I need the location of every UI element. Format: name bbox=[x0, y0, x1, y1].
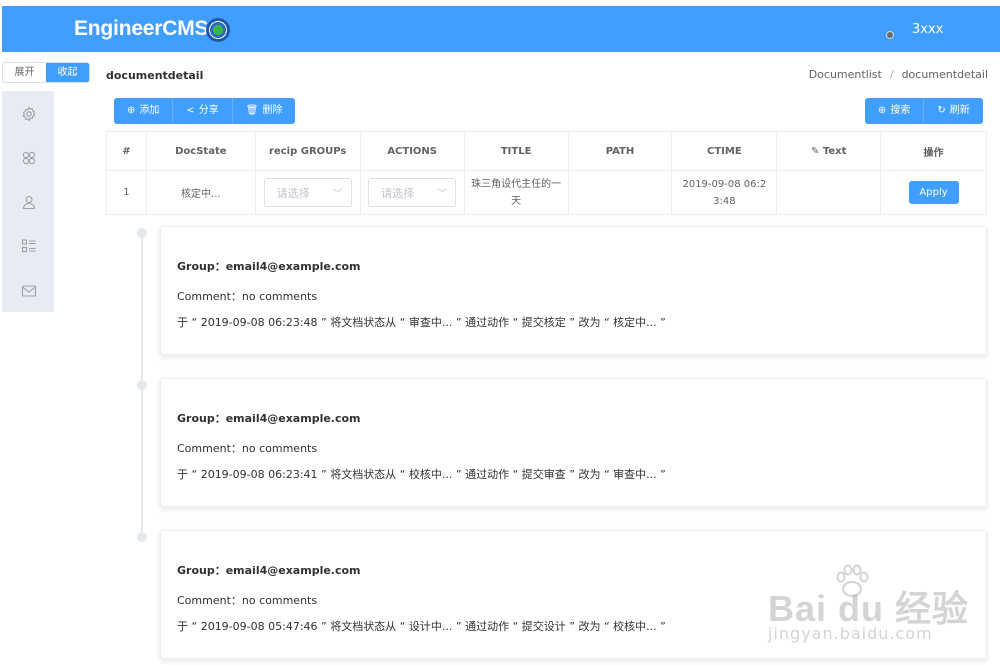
timeline-dot bbox=[137, 380, 147, 390]
share-button-label: 分享 bbox=[198, 105, 219, 116]
page-title: documentdetail bbox=[106, 69, 204, 82]
share-button[interactable]: < 分享 bbox=[173, 98, 233, 124]
share-icon: < bbox=[186, 105, 195, 116]
list-icon[interactable] bbox=[21, 238, 37, 254]
grid-icon[interactable] bbox=[21, 150, 37, 166]
timeline-dot bbox=[137, 532, 147, 542]
column-header[interactable]: PATH bbox=[567, 131, 673, 171]
sidebar-toggle: 展开 收起 bbox=[2, 62, 90, 83]
column-header[interactable]: TITLE bbox=[463, 131, 569, 171]
trash-icon: 🗑 bbox=[245, 105, 259, 116]
document-table: # DocState recip GROUPs ACTIONS TITLE PA… bbox=[106, 131, 987, 215]
select-placeholder: 请选择 bbox=[276, 186, 310, 200]
card-log: 于 “ 2019-09-08 05:47:46 ” 将文档状态从 “ 设计中..… bbox=[177, 620, 666, 633]
cell-operation: Apply bbox=[880, 170, 987, 215]
actions-select[interactable]: 请选择 ﹀ bbox=[368, 178, 457, 207]
top-header: EngineerCMS 3xxx bbox=[2, 6, 1000, 52]
column-header[interactable]: CTIME bbox=[671, 131, 778, 171]
card-group: Group：email4@example.com bbox=[177, 564, 361, 577]
user-name[interactable]: 3xxx bbox=[912, 22, 943, 37]
plus-circle-icon: ⊕ bbox=[878, 105, 887, 116]
app-logo[interactable]: EngineerCMS bbox=[74, 17, 209, 41]
cell-recip-groups: 请选择 ﹀ bbox=[254, 170, 361, 215]
search-button[interactable]: ⊕ 搜索 bbox=[865, 98, 925, 124]
column-header: 操作 bbox=[880, 131, 987, 171]
watermark-url: jingyan.baidu.com bbox=[768, 624, 933, 643]
card-log: 于 “ 2019-09-08 06:23:48 ” 将文档状态从 “ 审查中..… bbox=[177, 316, 666, 329]
plus-circle-icon: ⊕ bbox=[127, 105, 136, 116]
breadcrumb-separator: / bbox=[889, 68, 894, 81]
column-header[interactable]: DocState bbox=[145, 131, 256, 171]
card-group: Group：email4@example.com bbox=[177, 412, 361, 425]
cell-ctime: 2019-09-08 06:23:48 bbox=[671, 170, 778, 215]
breadcrumb: Documentlist / documentdetail bbox=[809, 68, 988, 81]
cell-docstate: 核定中... bbox=[145, 170, 256, 215]
card-comment: Comment：no comments bbox=[177, 594, 318, 607]
logo-mark-icon bbox=[206, 18, 230, 42]
breadcrumb-documentlist[interactable]: Documentlist bbox=[809, 68, 882, 81]
mail-icon[interactable] bbox=[21, 283, 37, 299]
column-header-label: Text bbox=[822, 145, 847, 157]
refresh-button-label: 刷新 bbox=[949, 105, 970, 116]
select-placeholder: 请选择 bbox=[381, 186, 415, 200]
toolbar-right: ⊕ 搜索 ↻ 刷新 bbox=[865, 98, 983, 124]
recip-groups-select[interactable]: 请选择 ﹀ bbox=[263, 178, 352, 207]
cell-path bbox=[567, 170, 673, 215]
cell-text[interactable] bbox=[776, 170, 882, 215]
refresh-button[interactable]: ↻ 刷新 bbox=[924, 98, 983, 124]
column-header[interactable]: ACTIONS bbox=[359, 131, 465, 171]
table-row: 1 核定中... 请选择 ﹀ 请选择 ﹀ 珠三角设代主任的一天 2019-09-… bbox=[106, 170, 987, 215]
timeline-card: Group：email4@example.com Comment：no comm… bbox=[160, 226, 987, 355]
user-icon[interactable] bbox=[21, 194, 37, 210]
card-group: Group：email4@example.com bbox=[177, 260, 361, 273]
cell-title: 珠三角设代主任的一天 bbox=[463, 170, 569, 215]
edit-icon: ✎ bbox=[811, 145, 820, 157]
column-header[interactable]: # bbox=[106, 131, 147, 171]
card-log: 于 “ 2019-09-08 06:23:41 ” 将文档状态从 “ 校核中..… bbox=[177, 468, 666, 481]
sidebar bbox=[2, 91, 54, 312]
card-comment: Comment：no comments bbox=[177, 442, 318, 455]
gear-icon[interactable] bbox=[21, 106, 37, 122]
chevron-down-icon: ﹀ bbox=[332, 189, 343, 200]
timeline-card: Group：email4@example.com Comment：no comm… bbox=[160, 378, 987, 507]
delete-button-label: 删除 bbox=[262, 105, 283, 116]
toolbar-left: ⊕ 添加 < 分享 🗑 删除 bbox=[114, 98, 296, 124]
column-header[interactable]: recip GROUPs bbox=[254, 131, 361, 171]
cell-title-text: 珠三角设代主任的一天 bbox=[471, 178, 562, 207]
timeline-dot bbox=[137, 228, 147, 238]
add-button[interactable]: ⊕ 添加 bbox=[114, 98, 174, 124]
breadcrumb-current: documentdetail bbox=[901, 68, 988, 81]
add-button-label: 添加 bbox=[139, 105, 160, 116]
chevron-down-icon: ﹀ bbox=[437, 189, 448, 200]
apply-button[interactable]: Apply bbox=[908, 181, 959, 204]
expand-button[interactable]: 展开 bbox=[3, 63, 46, 82]
column-header-text[interactable]: ✎ Text bbox=[776, 131, 882, 171]
refresh-icon: ↻ bbox=[937, 105, 946, 116]
card-comment: Comment：no comments bbox=[177, 290, 318, 303]
cell-actions: 请选择 ﹀ bbox=[359, 170, 465, 215]
baidu-watermark: Bai du 经验 jingyan.baidu.com bbox=[768, 556, 988, 646]
user-avatar-icon[interactable] bbox=[886, 31, 894, 39]
cell-ctime-text: 2019-09-08 06:23:48 bbox=[682, 178, 767, 207]
search-button-label: 搜索 bbox=[890, 105, 911, 116]
cell-index: 1 bbox=[106, 170, 147, 215]
collapse-button[interactable]: 收起 bbox=[46, 63, 89, 82]
delete-button[interactable]: 🗑 删除 bbox=[232, 98, 296, 124]
table-header-row: # DocState recip GROUPs ACTIONS TITLE PA… bbox=[106, 131, 987, 171]
